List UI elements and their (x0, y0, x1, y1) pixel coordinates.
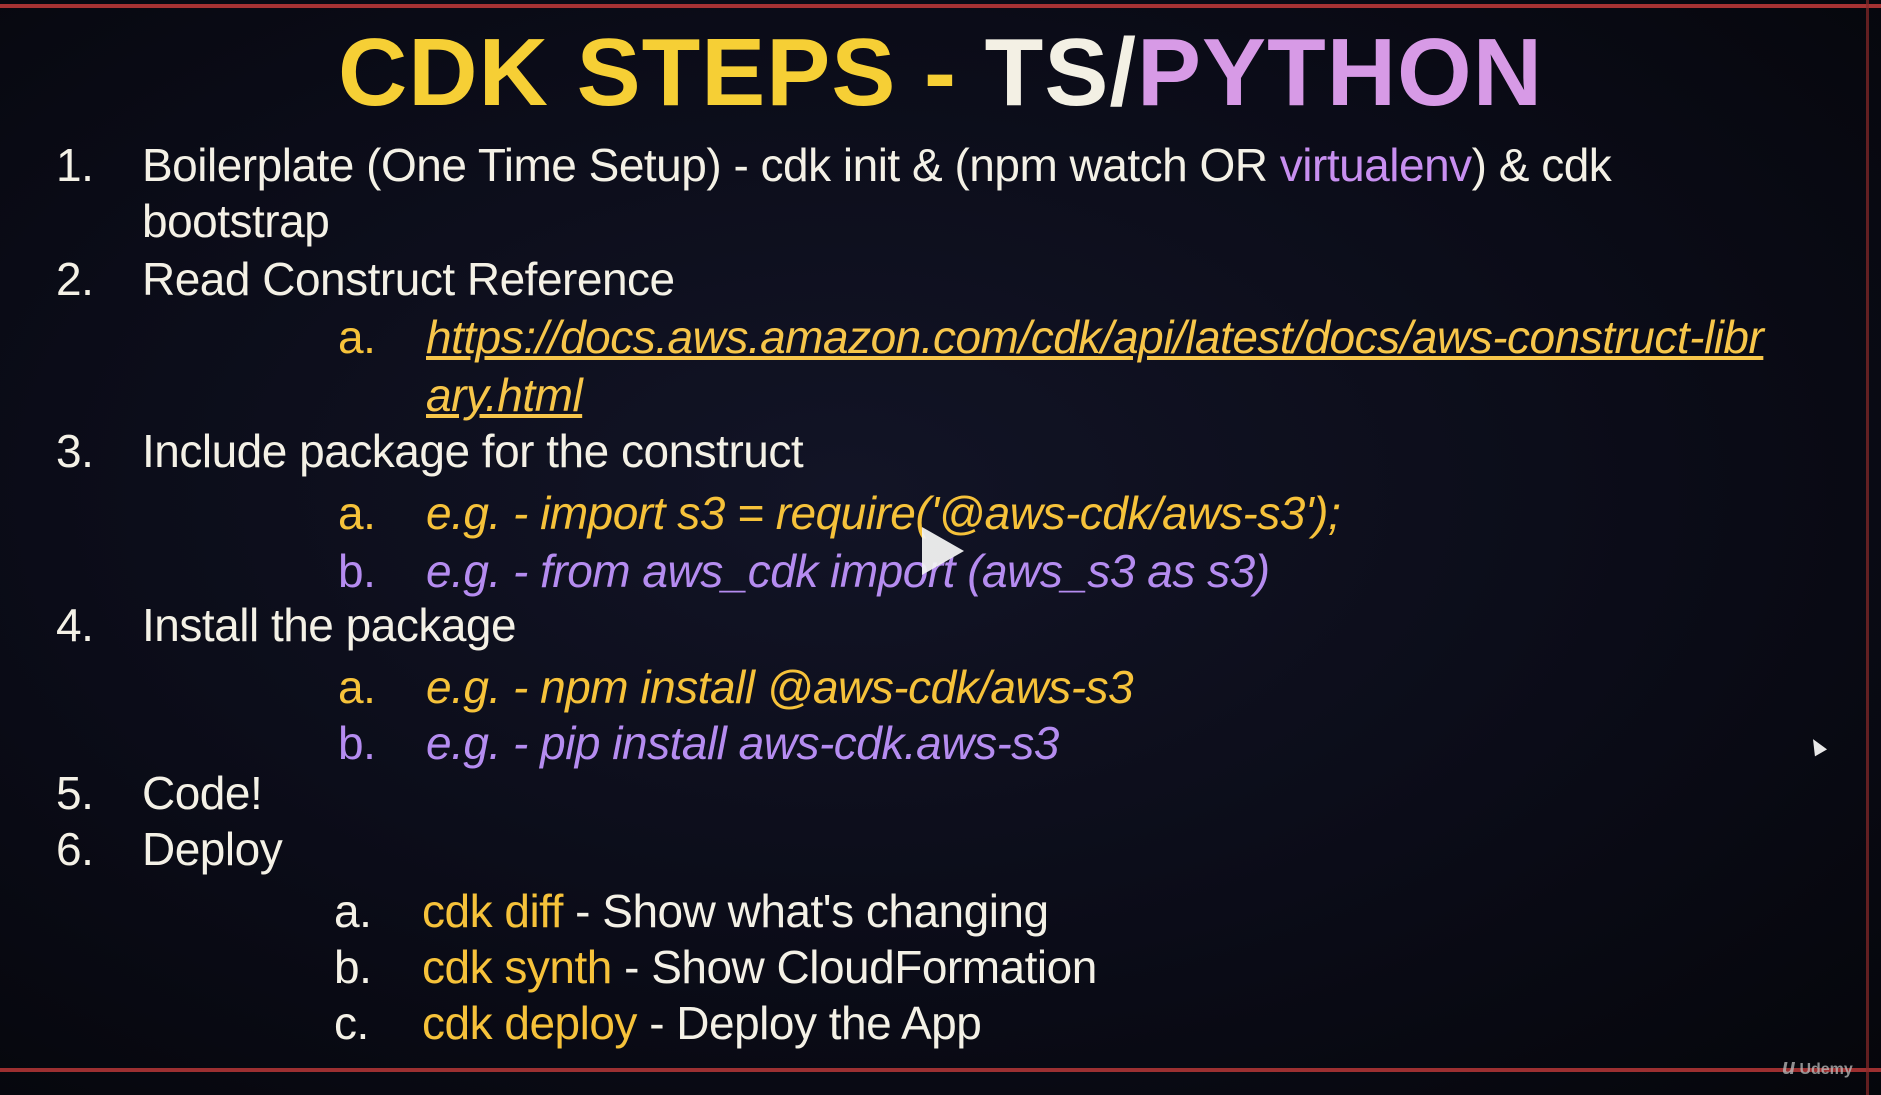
command-description: - Show what's changing (562, 885, 1049, 937)
command-description: - Deploy the App (636, 997, 982, 1049)
sub-text: cdk deploy - Deploy the App (422, 996, 982, 1050)
step-number: 3. (56, 425, 94, 477)
construct-reference-link[interactable]: https://docs.aws.amazon.com/cdk/api/late… (426, 310, 1764, 364)
udemy-watermark: u Udemy (1782, 1054, 1853, 1080)
command-cdk-diff: cdk diff (422, 885, 563, 937)
sub-letter: c. (334, 997, 369, 1049)
play-icon[interactable] (922, 527, 964, 575)
step-1-text-a: Boilerplate (One Time Setup) - cdk init … (142, 139, 1280, 191)
construct-reference-link-continued[interactable]: ary.html (426, 368, 583, 422)
step-number: 1. (56, 139, 94, 191)
sub-letter: a. (338, 661, 376, 713)
sub-text: cdk diff - Show what's changing (422, 884, 1049, 938)
sub-letter: b. (338, 545, 376, 597)
sub-letter: a. (334, 885, 372, 937)
step-number: 6. (56, 823, 94, 875)
step-text: Deploy (142, 823, 283, 875)
step-text: Read Construct Reference (142, 253, 675, 305)
udemy-logo-icon: u (1782, 1054, 1796, 1079)
step-text: Boilerplate (One Time Setup) - cdk init … (142, 138, 1612, 192)
step-text: Code! (142, 767, 263, 819)
step-1-bootstrap: bootstrap (142, 195, 330, 247)
watermark-text: Udemy (1799, 1061, 1853, 1078)
sub-letter: a. (338, 311, 376, 363)
step-text: Install the package (142, 599, 517, 651)
step-number: 2. (56, 253, 94, 305)
step-1-text-c: ) & cdk (1471, 139, 1612, 191)
sub-text: cdk synth - Show CloudFormation (422, 940, 1097, 994)
sub-letter: b. (338, 717, 376, 769)
step-1-virtualenv: virtualenv (1279, 139, 1472, 191)
step-number: 5. (56, 767, 94, 819)
sub-letter: b. (334, 941, 372, 993)
sub-text: e.g. - pip install aws-cdk.aws-s3 (426, 717, 1059, 769)
command-cdk-deploy: cdk deploy (422, 997, 637, 1049)
step-text: Include package for the construct (142, 425, 804, 477)
video-frame[interactable]: CDK STEPS - TS/PYTHON 1. Boilerplate (On… (0, 0, 1881, 1095)
sub-letter: a. (338, 487, 376, 539)
step-number: 4. (56, 599, 94, 651)
sub-text: e.g. - import s3 = require('@aws-cdk/aws… (426, 487, 1341, 539)
sub-text: e.g. - from aws_cdk import (aws_s3 as s3… (426, 545, 1270, 597)
command-cdk-synth: cdk synth (422, 941, 612, 993)
command-description: - Show CloudFormation (611, 941, 1097, 993)
sub-text: e.g. - npm install @aws-cdk/aws-s3 (426, 661, 1134, 713)
